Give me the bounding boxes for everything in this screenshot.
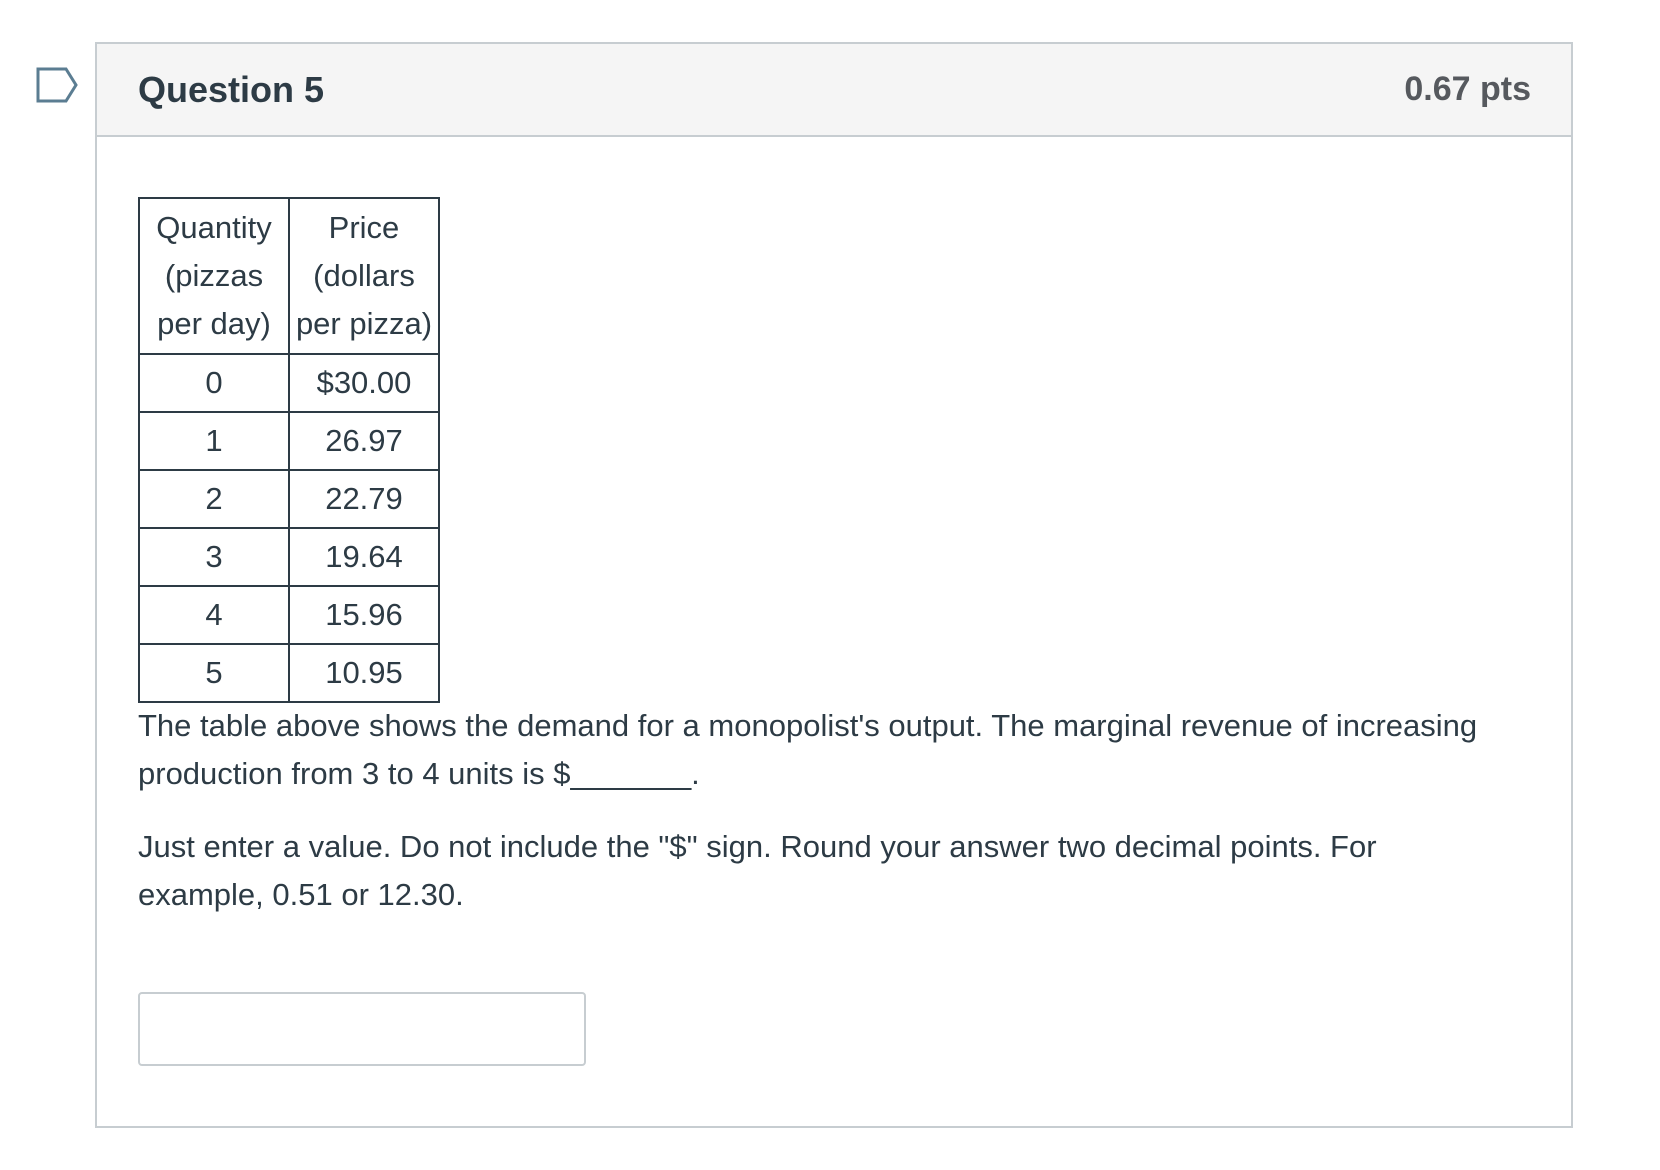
table-row: 2 22.79 [138,469,440,529]
table-row: 5 10.95 [138,643,440,703]
header-line: per day) [157,306,271,341]
table-row: 4 15.96 [138,585,440,645]
price-cell: $30.00 [288,353,440,413]
question-card: Question 5 0.67 pts Quantity (pizzas per… [95,42,1573,1128]
prompt-line: The table above shows the demand for a m… [138,708,1478,743]
table-row: 0 $30.00 [138,353,440,413]
header-line: (dollars [313,258,415,293]
quantity-cell: 4 [138,585,290,645]
header-line: per pizza) [295,306,433,341]
question-points: 0.67 pts [1404,70,1531,108]
table-row: 3 19.64 [138,527,440,587]
table-row: 1 26.97 [138,411,440,471]
question-prompt: The table above shows the demand for a m… [138,702,1528,798]
instructions-line: example, 0.51 or 12.30. [138,877,464,912]
quantity-cell: 0 [138,353,290,413]
table-header-row: Quantity (pizzas per day) Price (dollars… [138,197,440,355]
quantity-cell: 3 [138,527,290,587]
price-column-header: Price (dollars per pizza) [288,197,440,355]
header-line: (pizzas [164,258,264,293]
price-cell: 22.79 [288,469,440,529]
question-header: Question 5 0.67 pts [97,44,1571,137]
answer-instructions: Just enter a value. Do not include the "… [138,823,1528,919]
price-cell: 26.97 [288,411,440,471]
instructions-line: Just enter a value. Do not include the "… [138,829,1377,864]
price-cell: 10.95 [288,643,440,703]
prompt-line: production from 3 to 4 units is $_______… [138,756,700,791]
quantity-cell: 1 [138,411,290,471]
price-cell: 19.64 [288,527,440,587]
demand-table: Quantity (pizzas per day) Price (dollars… [138,197,440,703]
quantity-column-header: Quantity (pizzas per day) [138,197,290,355]
header-line: Price [328,210,400,245]
quantity-cell: 2 [138,469,290,529]
quantity-cell: 5 [138,643,290,703]
question-title: Question 5 [138,68,325,110]
price-cell: 15.96 [288,585,440,645]
bookmark-flag-icon[interactable] [36,67,78,103]
header-line: Quantity [156,210,272,245]
answer-input[interactable] [138,992,586,1066]
